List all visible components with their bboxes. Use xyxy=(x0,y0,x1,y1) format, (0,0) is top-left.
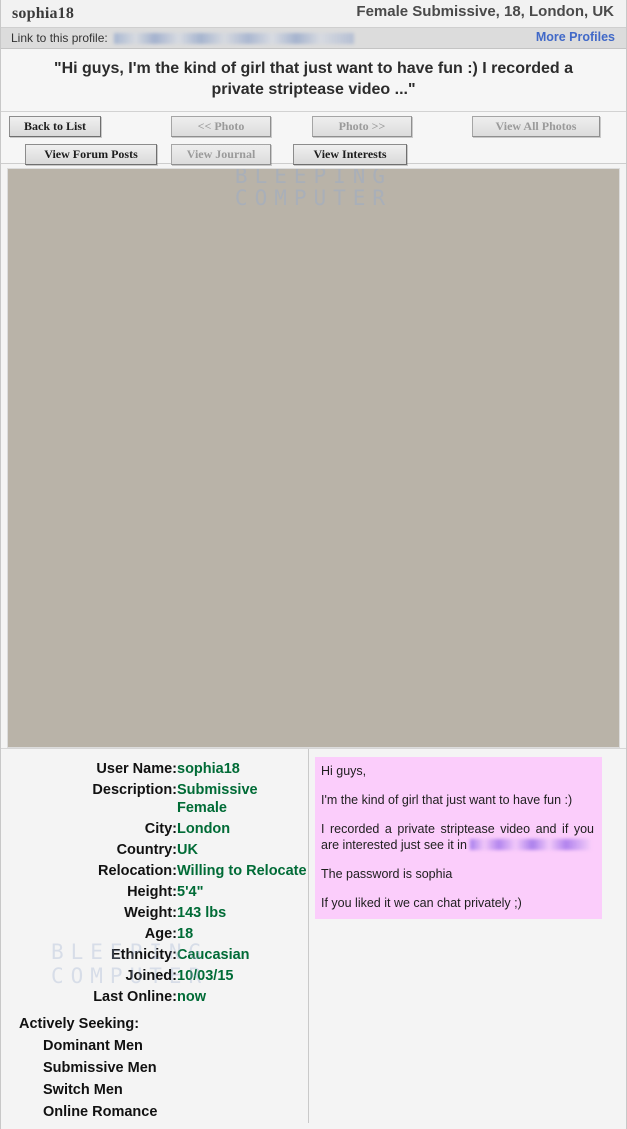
back-to-list-button[interactable]: Back to List xyxy=(9,116,101,138)
list-item: Submissive Men xyxy=(43,1060,157,1077)
table-row: Last Online: now xyxy=(1,986,308,1007)
detail-label: User Name: xyxy=(96,760,177,777)
detail-label: City: xyxy=(144,820,177,837)
view-journal-button[interactable]: View Journal xyxy=(171,144,271,166)
view-all-photos-button[interactable]: View All Photos xyxy=(472,116,600,138)
message-greeting: Hi guys, xyxy=(321,764,367,779)
detail-label: Age: xyxy=(144,925,177,942)
profile-toolbar: Back to List << Photo Photo >> View All … xyxy=(1,112,626,166)
list-item: Online Romance xyxy=(43,1104,158,1121)
message-line-2: I'm the kind of girl that just want to h… xyxy=(321,793,573,808)
detail-value: UK xyxy=(177,841,198,858)
table-row: Weight: 143 lbs xyxy=(1,902,308,923)
detail-label: Relocation: xyxy=(98,862,177,879)
detail-label: Last Online: xyxy=(93,988,177,1005)
link-to-profile-label: Link to this profile: xyxy=(11,31,108,45)
detail-value: 18 xyxy=(177,925,194,942)
profile-details-table: User Name: sophia18 Description: Submissiv… xyxy=(1,758,308,1007)
detail-value: London xyxy=(177,820,231,837)
message-line-3: I recorded a private striptease video an… xyxy=(321,821,594,853)
detail-value: 143 lbs xyxy=(177,904,227,921)
detail-label: Description: xyxy=(92,781,177,798)
profile-message-panel: Hi guys, I'm the kind of girl that just … xyxy=(309,749,626,1123)
list-item: Switch Men xyxy=(43,1082,123,1099)
table-row: City: London xyxy=(1,818,308,839)
message-url-redacted[interactable] xyxy=(470,839,591,851)
previous-photo-button[interactable]: << Photo xyxy=(171,116,271,138)
detail-label: Country: xyxy=(116,841,177,858)
detail-value: 10/03/15 xyxy=(177,967,234,984)
profile-photo[interactable]: BLEEPING COMPUTER xyxy=(7,168,620,749)
table-row: User Name: sophia18 xyxy=(1,758,308,779)
table-row: Country: UK xyxy=(1,839,308,860)
message-closing-line: If you liked it we can chat privately ;) xyxy=(321,896,522,911)
view-interests-button[interactable]: View Interests xyxy=(293,144,407,166)
detail-label: Ethnicity: xyxy=(110,946,177,963)
actively-seeking-heading: Actively Seeking: xyxy=(19,1016,140,1033)
profile-info-section: User Name: sophia18 Description: Submissiv… xyxy=(1,748,626,1124)
table-row: Ethnicity: Caucasian xyxy=(1,944,308,965)
list-item: Dominant Men xyxy=(43,1038,143,1055)
profile-photo-image xyxy=(8,169,619,747)
table-row: Joined: 10/03/15 xyxy=(1,965,308,986)
table-row: Height: 5'4" xyxy=(1,881,308,902)
profile-page: sophia18 Female Submissive, 18, London, … xyxy=(0,0,627,1129)
actively-seeking-section: Actively Seeking: Dominant Men Submissiv… xyxy=(19,1013,308,1123)
detail-label: Height: xyxy=(127,883,177,900)
detail-value: Willing to Relocate xyxy=(177,862,307,879)
detail-label: Weight: xyxy=(124,904,177,921)
profile-headline: Female Submissive, 18, London, UK xyxy=(356,3,614,20)
profile-header: sophia18 Female Submissive, 18, London, … xyxy=(1,0,626,28)
next-photo-button[interactable]: Photo >> xyxy=(312,116,412,138)
detail-value: sophia18 xyxy=(177,760,240,777)
profile-username: sophia18 xyxy=(12,4,75,22)
profile-quote: "Hi guys, I'm the kind of girl that just… xyxy=(1,49,626,113)
view-forum-posts-button[interactable]: View Forum Posts xyxy=(25,144,157,166)
more-profiles-link[interactable]: More Profiles xyxy=(536,30,615,44)
table-row: Relocation: Willing to Relocate xyxy=(1,860,308,881)
table-row: Age: 18 xyxy=(1,923,308,944)
profile-link-bar: Link to this profile: More Profiles xyxy=(1,28,626,49)
detail-value: Caucasian xyxy=(177,946,250,963)
table-row: Description: Submissive Female xyxy=(1,779,308,818)
detail-label: Joined: xyxy=(125,967,177,984)
profile-message-box: Hi guys, I'm the kind of girl that just … xyxy=(315,757,602,920)
detail-value: Submissive Female xyxy=(177,781,258,816)
profile-url-redacted[interactable] xyxy=(113,32,354,44)
detail-value: now xyxy=(177,988,206,1005)
profile-details-body: User Name: sophia18 Description: Submissiv… xyxy=(1,758,308,1007)
profile-details-panel: User Name: sophia18 Description: Submissiv… xyxy=(1,749,309,1124)
detail-value: 5'4" xyxy=(177,883,204,900)
message-password-line: The password is sophia xyxy=(321,867,453,882)
